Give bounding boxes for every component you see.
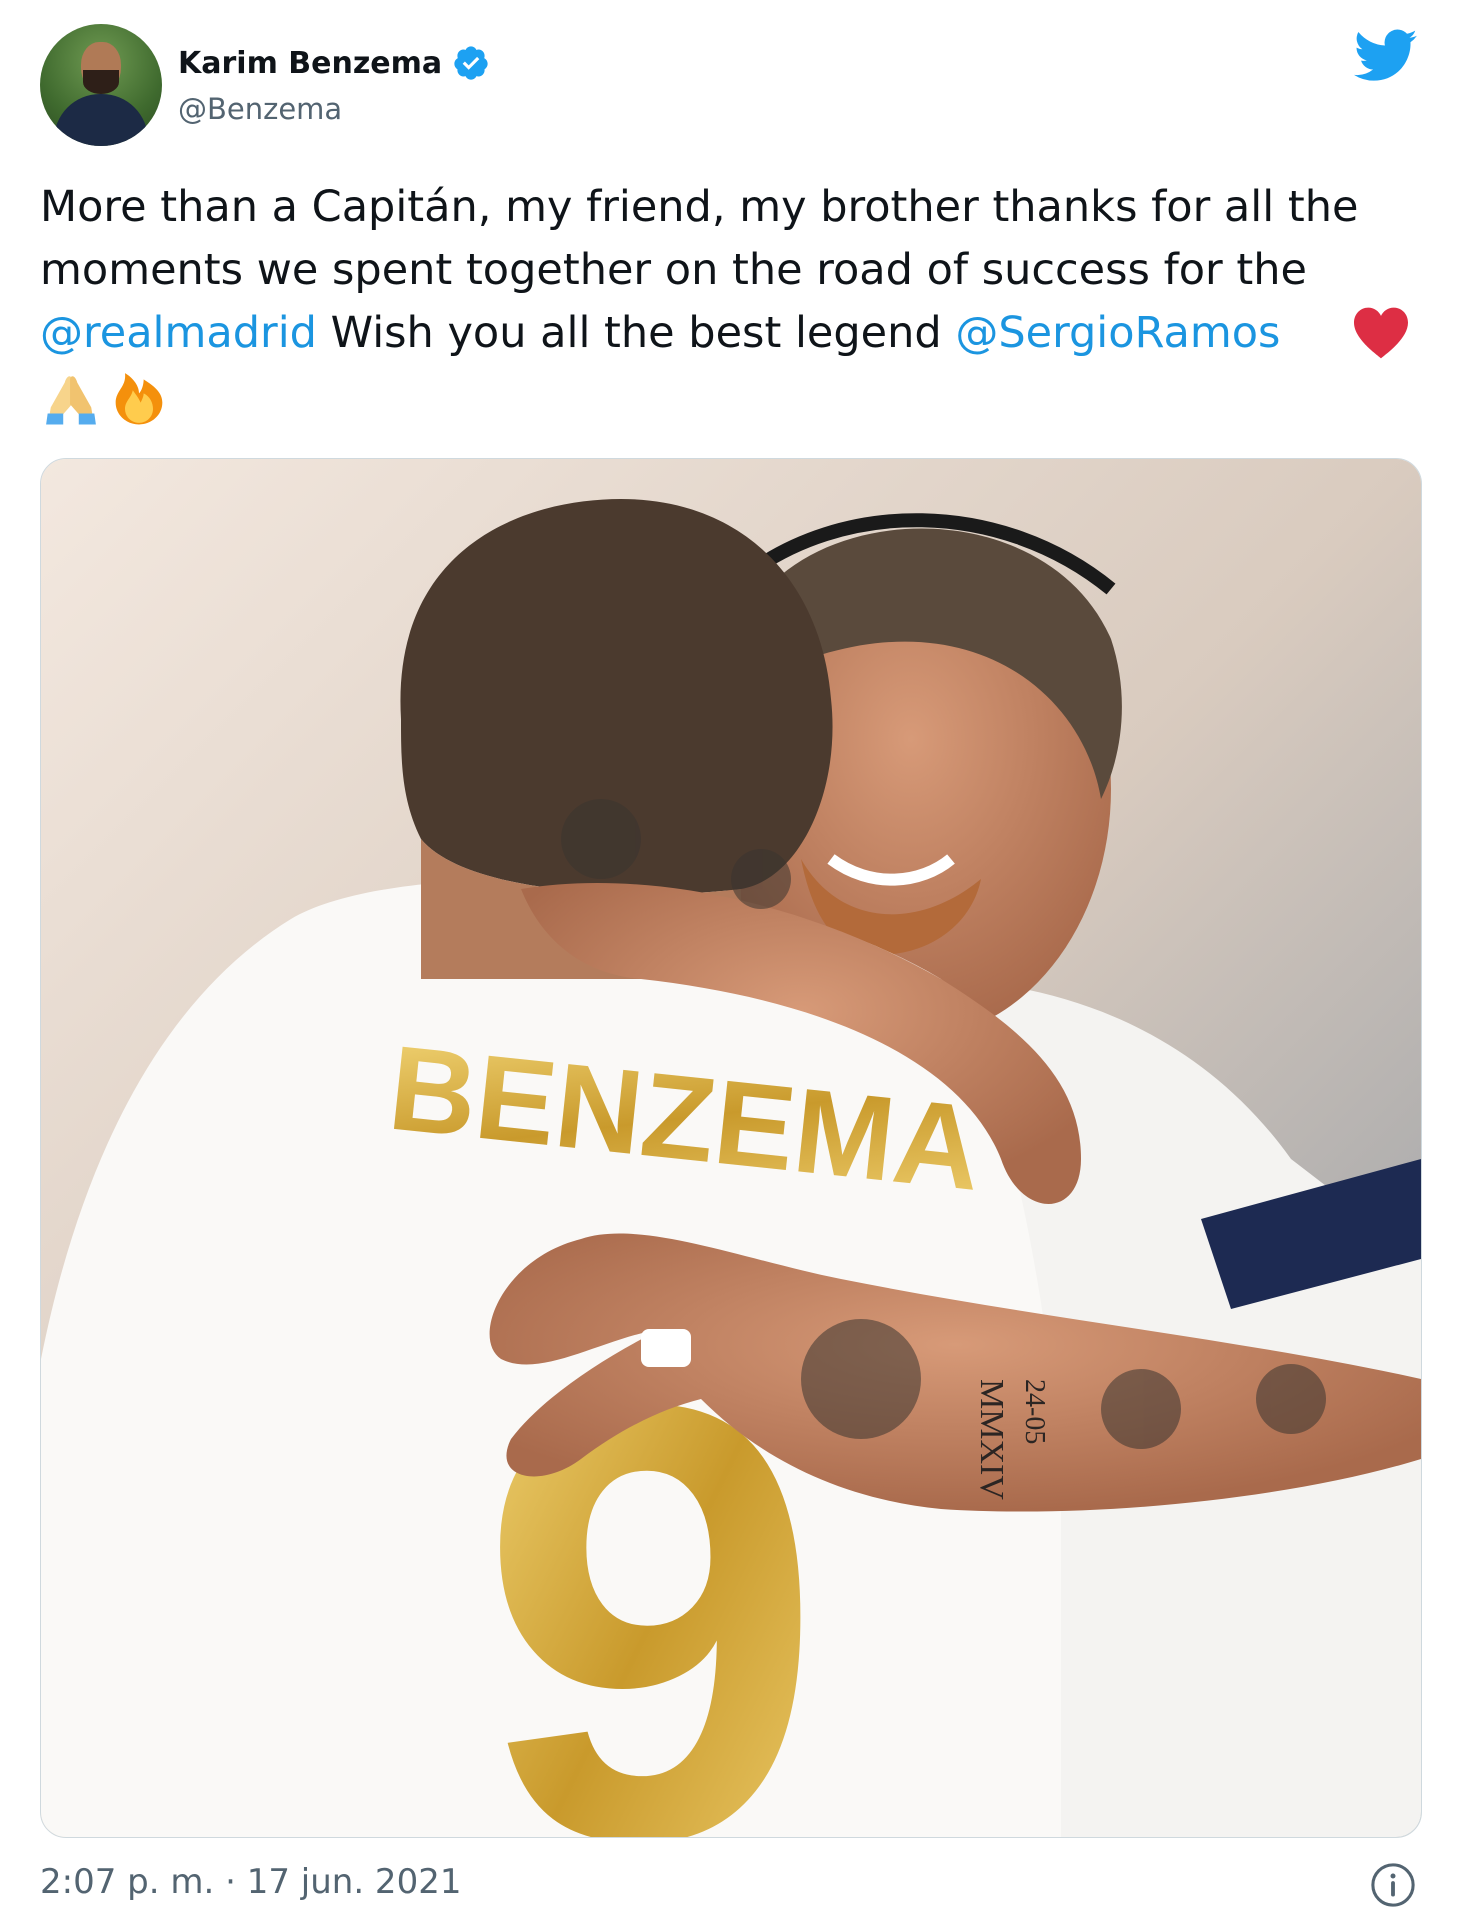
author-handle[interactable]: @Benzema bbox=[178, 92, 342, 126]
tweet-timestamp[interactable]: 2:07 p. m. · 17 jun. 2021 bbox=[40, 1862, 461, 1902]
emoji-row bbox=[42, 370, 168, 426]
author-name-row: Karim Benzema bbox=[178, 44, 490, 82]
photo-hug-illustration: BENZEMA 9 MMXIV 24-05 bbox=[41, 459, 1421, 1837]
info-icon[interactable] bbox=[1370, 1862, 1416, 1908]
tweet-photo[interactable]: BENZEMA 9 MMXIV 24-05 bbox=[40, 458, 1422, 1838]
author-name[interactable]: Karim Benzema bbox=[178, 46, 442, 81]
verified-badge-icon bbox=[454, 46, 488, 80]
tweet-text-part1: More than a Capitán, my friend, my broth… bbox=[40, 182, 1359, 295]
tattoo-date: 24-05 bbox=[1019, 1379, 1050, 1444]
folded-hands-icon bbox=[46, 376, 96, 425]
twitter-bird-icon[interactable] bbox=[1354, 28, 1418, 84]
tattoo-roman-numerals: MMXIV bbox=[973, 1379, 1010, 1500]
mention-sergioramos[interactable]: @SergioRamos bbox=[955, 308, 1280, 358]
fire-icon bbox=[115, 373, 163, 425]
mention-realmadrid[interactable]: @realmadrid bbox=[40, 308, 317, 358]
tweet-text: More than a Capitán, my friend, my broth… bbox=[40, 176, 1420, 365]
avatar-shirt bbox=[54, 94, 148, 146]
author-avatar[interactable] bbox=[40, 24, 162, 146]
red-heart-icon bbox=[1354, 307, 1408, 359]
tweet-text-part2: Wish you all the best legend bbox=[316, 308, 956, 358]
finger-tape bbox=[641, 1329, 691, 1367]
avatar-beard bbox=[83, 70, 119, 94]
